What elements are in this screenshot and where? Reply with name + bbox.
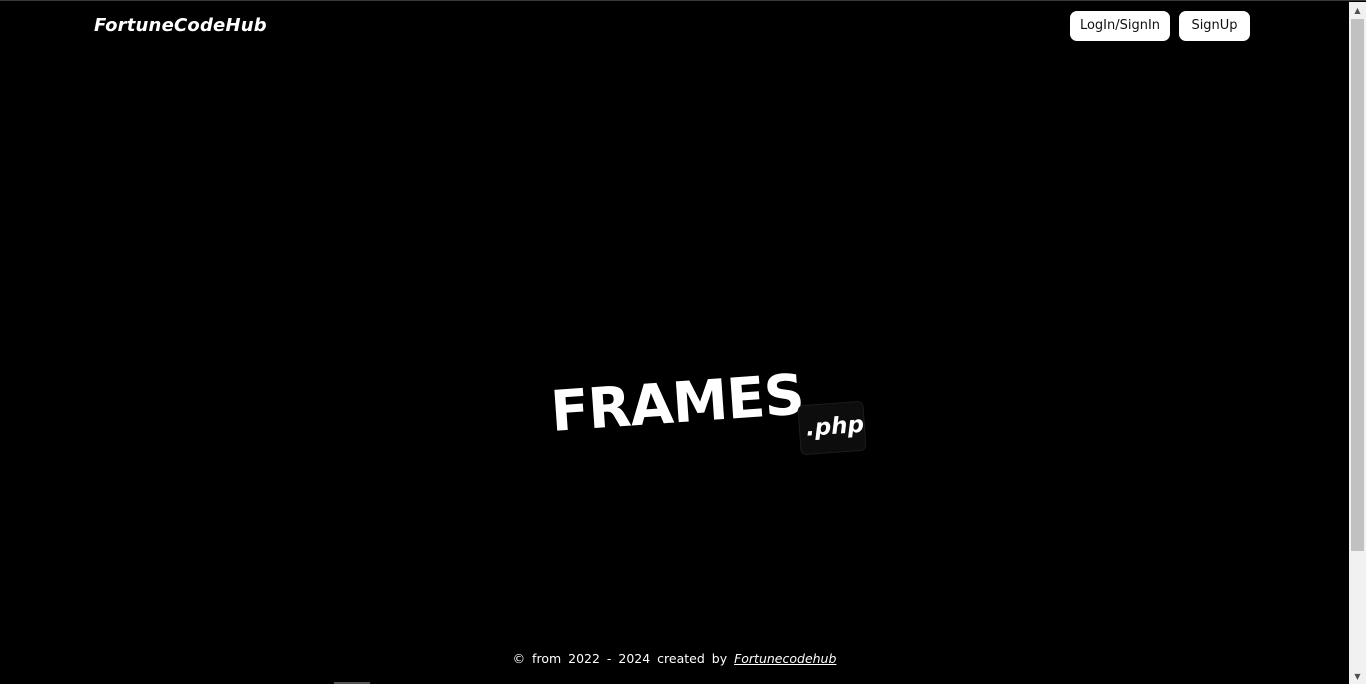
brand-logo-text[interactable]: FortuneCodeHub [94, 15, 267, 36]
signup-button[interactable]: SignUp [1179, 11, 1250, 41]
php-badge-label: .php [805, 411, 865, 442]
footer: © from 2022 - 2024 created by Fortunecod… [0, 651, 1349, 666]
php-badge: .php [797, 400, 867, 456]
chevron-up-icon[interactable]: ▲ [1349, 2, 1366, 19]
hero-title: FRAMES [548, 362, 806, 445]
scrollbar-thumb[interactable] [1351, 19, 1364, 551]
login-signin-button[interactable]: LogIn/SignIn [1070, 11, 1170, 41]
footer-text: © from 2022 - 2024 created by [512, 651, 728, 666]
chevron-down-icon[interactable]: ▼ [1349, 668, 1366, 684]
page: FortuneCodeHub LogIn/SignIn SignUp FRAME… [0, 0, 1366, 684]
vertical-scrollbar[interactable]: ▲ ▼ [1349, 2, 1366, 684]
footer-author-link[interactable]: Fortunecodehub [734, 651, 836, 666]
hero-logo: FRAMES .php [549, 363, 871, 463]
